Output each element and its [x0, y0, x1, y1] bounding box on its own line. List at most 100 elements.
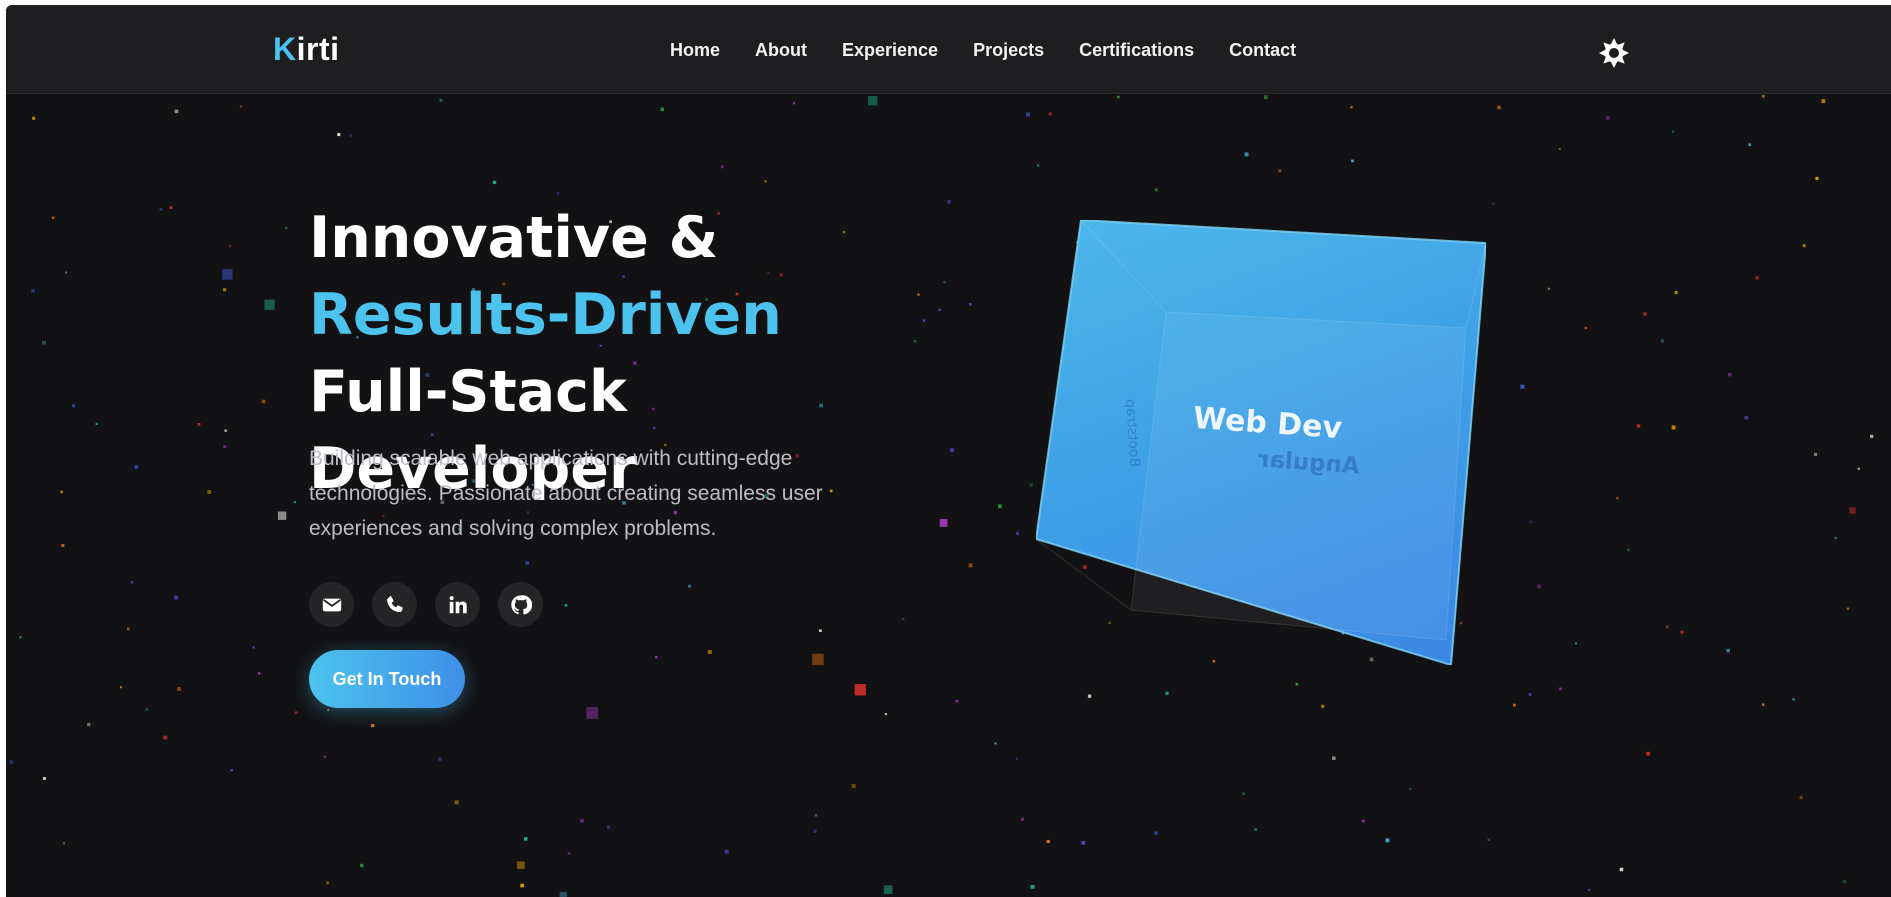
particle — [1680, 630, 1684, 634]
particle — [197, 423, 201, 426]
particle — [32, 116, 36, 120]
particle — [439, 98, 443, 102]
particle — [1242, 792, 1245, 795]
particle — [688, 584, 691, 588]
particle — [258, 672, 261, 675]
particle — [61, 544, 65, 547]
particle — [43, 777, 46, 780]
particle — [1487, 838, 1490, 841]
particle — [1264, 95, 1268, 99]
particle — [62, 842, 65, 845]
particle — [1846, 607, 1850, 610]
particle — [1362, 819, 1365, 823]
particle — [1087, 694, 1092, 698]
particle — [1030, 885, 1035, 889]
particle — [65, 271, 68, 274]
particle — [1154, 188, 1158, 192]
particle — [1037, 164, 1040, 167]
particle-background — [9, 94, 1874, 897]
particle — [42, 340, 46, 345]
particle — [438, 757, 442, 762]
particle — [884, 713, 887, 716]
cube-outline — [1036, 220, 1486, 665]
particle — [1409, 788, 1412, 790]
particle — [1726, 648, 1730, 653]
particle — [1021, 817, 1024, 821]
particle — [1606, 116, 1610, 120]
particle — [293, 500, 297, 504]
particle — [1321, 704, 1325, 708]
particle — [1558, 147, 1561, 151]
particle — [239, 105, 243, 108]
nav-link-experience[interactable]: Experience — [842, 40, 938, 61]
particle — [1081, 841, 1086, 845]
particle — [1529, 520, 1532, 523]
particle — [1815, 176, 1819, 180]
nav-link-contact[interactable]: Contact — [1229, 40, 1296, 61]
particle — [586, 707, 599, 719]
particle — [1672, 130, 1675, 133]
email-button[interactable] — [309, 582, 354, 627]
particle — [998, 504, 1002, 509]
particle — [854, 684, 866, 696]
particle — [1799, 796, 1803, 800]
particle — [1870, 434, 1874, 438]
particle — [134, 465, 139, 469]
get-in-touch-button[interactable]: Get In Touch — [309, 650, 465, 708]
particle — [31, 289, 35, 293]
particle — [1254, 828, 1257, 831]
github-button[interactable] — [498, 582, 543, 627]
particle — [1762, 703, 1765, 706]
particle — [294, 711, 298, 714]
nav-menu: Home About Experience Projects Certifica… — [670, 40, 1331, 61]
particle — [1666, 625, 1669, 629]
nav-link-projects[interactable]: Projects — [973, 40, 1044, 61]
theme-toggle-button[interactable] — [1599, 38, 1629, 68]
particle — [1244, 152, 1249, 157]
particle — [950, 448, 954, 452]
particle — [51, 216, 55, 220]
particle — [1849, 507, 1856, 514]
particle — [1857, 467, 1860, 470]
particle — [607, 825, 611, 829]
particle — [174, 109, 179, 114]
particle — [1674, 291, 1678, 295]
particle — [72, 404, 76, 408]
particle — [868, 96, 878, 106]
particle — [252, 646, 255, 649]
particle — [819, 629, 822, 632]
particle — [1834, 536, 1837, 540]
linkedin-button[interactable] — [435, 582, 480, 627]
sun-icon — [1599, 38, 1629, 68]
particle — [1295, 682, 1299, 686]
particle — [159, 208, 163, 211]
particle — [130, 580, 134, 584]
particle — [792, 102, 795, 105]
particle — [969, 303, 972, 306]
particle — [559, 891, 567, 897]
particle — [454, 800, 459, 805]
nav-link-home[interactable]: Home — [670, 40, 720, 61]
particle — [947, 200, 951, 204]
particle — [1278, 169, 1282, 173]
particle — [163, 735, 168, 740]
particle — [939, 519, 948, 527]
particle — [1154, 831, 1158, 835]
nav-link-certifications[interactable]: Certifications — [1079, 40, 1194, 61]
particle — [564, 603, 568, 607]
github-icon — [510, 594, 532, 614]
particle — [1165, 691, 1169, 695]
rotating-skill-cube: Bootstrap Web Dev Angular — [1036, 220, 1486, 665]
particle — [1792, 697, 1795, 701]
phone-button[interactable] — [372, 582, 417, 627]
particle — [994, 742, 997, 745]
particle — [851, 784, 856, 788]
particle — [556, 191, 560, 195]
particle — [1497, 105, 1501, 110]
mail-icon — [322, 598, 341, 611]
particle — [1755, 276, 1759, 280]
nav-link-about[interactable]: About — [755, 40, 807, 61]
site-logo[interactable]: Kirti — [273, 31, 340, 68]
particle — [580, 819, 584, 823]
particle — [60, 490, 63, 494]
